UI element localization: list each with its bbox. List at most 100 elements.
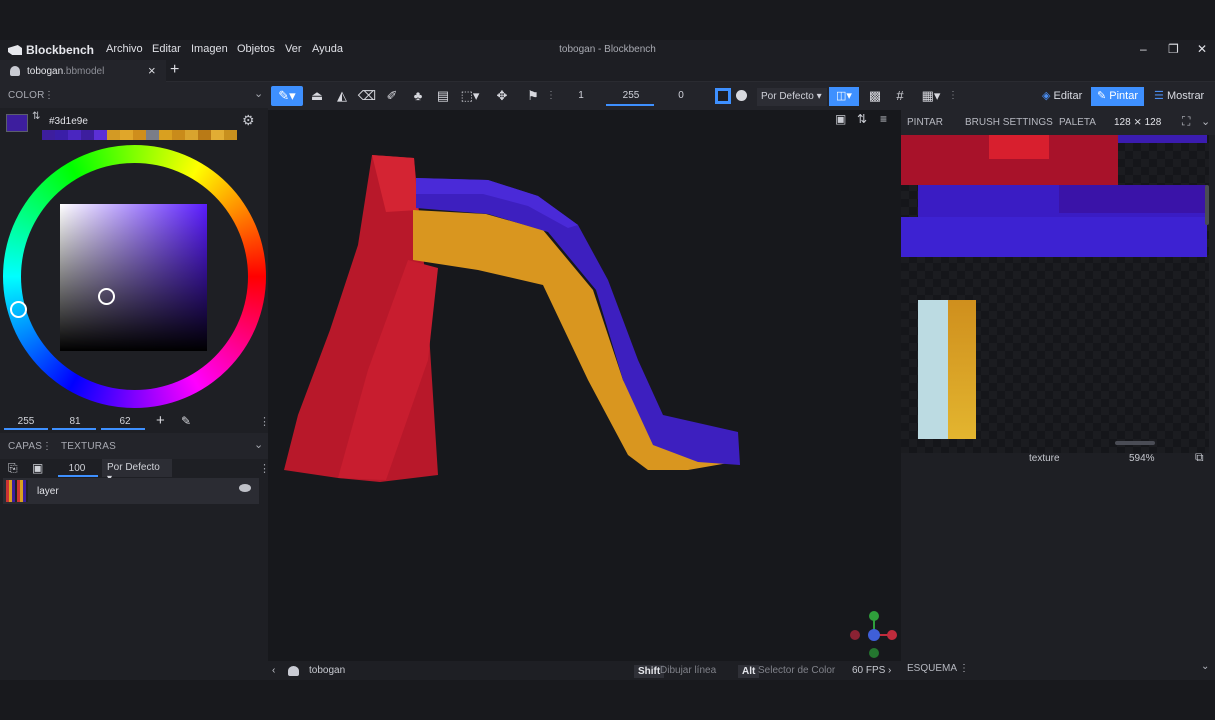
uv-gold-block[interactable]: [948, 300, 976, 439]
new-tab-button[interactable]: +: [170, 61, 179, 79]
palette-swatch[interactable]: [120, 130, 133, 140]
capas-menu-icon[interactable]: ⋮: [42, 441, 52, 452]
copy-icon[interactable]: ⧉: [1195, 450, 1204, 465]
restore-icon[interactable]: ❐: [1168, 42, 1179, 56]
gear-icon[interactable]: ⚙: [242, 112, 255, 129]
eraser-icon[interactable]: ⌫: [357, 86, 377, 106]
model-render[interactable]: [268, 110, 901, 661]
outliner-title[interactable]: ESQUEMA: [907, 663, 957, 674]
hex-input[interactable]: #3d1e9e: [49, 116, 88, 127]
palette-swatch[interactable]: [185, 130, 198, 140]
brush-opacity-value[interactable]: 255: [611, 90, 651, 101]
tab-brush-settings[interactable]: BRUSH SETTINGS: [965, 117, 1053, 128]
layer-opacity-slider[interactable]: [58, 475, 98, 477]
3d-viewport[interactable]: ▣ ⇅ ≡: [268, 110, 901, 661]
uv-light-block[interactable]: [918, 300, 948, 439]
color-picker-icon[interactable]: ✐: [382, 86, 402, 106]
close-window-icon[interactable]: ✕: [1197, 42, 1207, 56]
clone-stamp-icon[interactable]: ⏏: [307, 86, 327, 106]
selection-tool-icon[interactable]: ⬚▾: [460, 86, 480, 106]
gizmo-neg-y-icon[interactable]: [869, 648, 879, 658]
draw-shape-icon[interactable]: ♣: [408, 86, 428, 106]
palette-swatch[interactable]: [94, 130, 107, 140]
red-slider[interactable]: [4, 428, 48, 430]
brush-size-value[interactable]: 1: [566, 90, 596, 101]
import-layer-icon[interactable]: ▣: [32, 461, 43, 475]
sv-handle[interactable]: [98, 288, 115, 305]
palette-swatch[interactable]: [42, 130, 55, 140]
hue-handle[interactable]: [10, 301, 27, 318]
palette-swatch[interactable]: [224, 130, 237, 140]
layer-item[interactable]: layer: [3, 478, 259, 504]
blue-slider[interactable]: [101, 428, 145, 430]
menu-ver[interactable]: Ver: [285, 43, 302, 55]
outliner-chevron-icon[interactable]: ⌄: [1201, 661, 1209, 672]
saturation-value-picker[interactable]: [60, 204, 207, 351]
uv-editor[interactable]: [901, 135, 1209, 453]
collapse-color-icon[interactable]: ⌄: [254, 87, 263, 100]
chevron-left-icon[interactable]: ‹: [272, 665, 275, 676]
palette-swatch[interactable]: [107, 130, 120, 140]
brush-preset-icon[interactable]: ⚑: [523, 86, 543, 106]
uv-vertical-scrollbar[interactable]: [1205, 185, 1209, 225]
palette-swatch[interactable]: [68, 130, 81, 140]
axis-gizmo[interactable]: [846, 607, 906, 667]
green-value[interactable]: 81: [60, 416, 90, 427]
fullscreen-icon[interactable]: ⛶: [1182, 114, 1190, 129]
tab-pintar[interactable]: PINTAR: [907, 117, 943, 128]
uv-purple-block-bottom[interactable]: [901, 217, 1207, 257]
menu-objetos[interactable]: Objetos: [237, 43, 275, 55]
gizmo-x-icon[interactable]: [887, 630, 897, 640]
palette-swatch[interactable]: [55, 130, 68, 140]
palette-swatch[interactable]: [211, 130, 224, 140]
palette-swatch[interactable]: [159, 130, 172, 140]
toolbar-menu-icon[interactable]: ⋮: [948, 90, 958, 101]
minimize-icon[interactable]: –: [1140, 42, 1147, 56]
mode-display-button[interactable]: ☰ Mostrar: [1148, 87, 1210, 106]
gizmo-y-icon[interactable]: [869, 611, 879, 621]
brush-tool-button[interactable]: ✎▾: [271, 86, 303, 106]
gizmo-neg-x-icon[interactable]: [850, 630, 860, 640]
move-icon[interactable]: ✥: [492, 86, 512, 106]
green-slider[interactable]: [52, 428, 96, 430]
tab-capas[interactable]: CAPAS: [8, 441, 42, 452]
mode-paint-button[interactable]: ✎ Pintar: [1091, 87, 1145, 106]
blue-value[interactable]: 62: [110, 416, 140, 427]
menu-archivo[interactable]: Archivo: [106, 43, 143, 55]
tab-tobogan[interactable]: tobogan.bbmodel ×: [0, 60, 166, 82]
outliner-menu-icon[interactable]: ⋮: [959, 663, 969, 674]
gizmo-z-icon[interactable]: [868, 629, 880, 641]
red-value[interactable]: 255: [11, 416, 41, 427]
palette-swatch[interactable]: [146, 130, 159, 140]
close-tab-icon[interactable]: ×: [148, 63, 156, 78]
brush-softness-value[interactable]: 0: [666, 90, 696, 101]
pixel-grid-icon[interactable]: #: [890, 86, 910, 106]
gradient-icon[interactable]: ▤: [433, 86, 453, 106]
menu-imagen[interactable]: Imagen: [191, 43, 228, 55]
palette-swatch[interactable]: [172, 130, 185, 140]
add-color-icon[interactable]: +: [156, 412, 165, 429]
chevron-down-icon[interactable]: ⌄: [1201, 115, 1210, 128]
mode-edit-button[interactable]: ◈ Editar: [1036, 87, 1088, 106]
palette-swatch[interactable]: [133, 130, 146, 140]
view-mode-icon[interactable]: ▦▾: [916, 86, 946, 106]
brush-opacity-slider[interactable]: [606, 104, 654, 106]
tab-paleta[interactable]: PALETA: [1059, 117, 1096, 128]
mirror-painting-button[interactable]: ◫▾: [829, 87, 859, 106]
menu-editar[interactable]: Editar: [152, 43, 181, 55]
menu-ayuda[interactable]: Ayuda: [312, 43, 343, 55]
color-panel-menu-icon[interactable]: ⋮: [44, 90, 54, 101]
swap-colors-icon[interactable]: ⇅: [32, 111, 40, 122]
palette-swatch[interactable]: [81, 130, 94, 140]
uv-scrollbar[interactable]: [1115, 441, 1155, 445]
chevron-right-icon[interactable]: ›: [888, 665, 891, 676]
round-brush-button[interactable]: [736, 90, 747, 101]
visibility-eye-icon[interactable]: [239, 484, 251, 492]
lock-alpha-icon[interactable]: ▩: [865, 86, 885, 106]
fill-bucket-icon[interactable]: ◭: [332, 86, 352, 106]
palette-swatch[interactable]: [198, 130, 211, 140]
blend-mode-select[interactable]: Por Defecto ▾: [757, 88, 827, 106]
collapse-layers-icon[interactable]: ⌄: [254, 438, 263, 451]
current-color-swatch[interactable]: [6, 114, 28, 132]
square-brush-button[interactable]: [715, 88, 731, 104]
